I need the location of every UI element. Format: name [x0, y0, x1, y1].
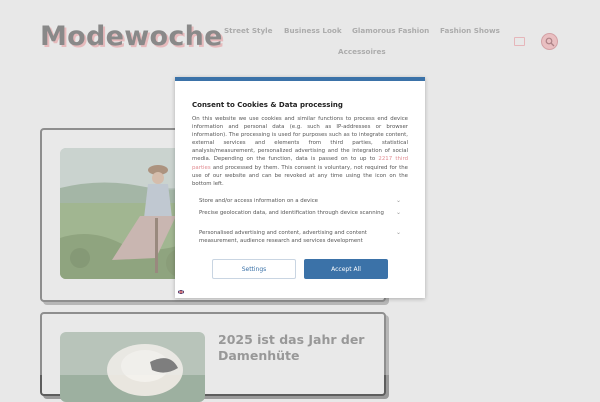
purpose-item[interactable]: Personalised advertising and content, ad… [199, 229, 401, 245]
consent-title: Consent to Cookies & Data processing [192, 101, 343, 109]
chevron-down-icon[interactable]: ⌄ [396, 209, 401, 217]
consent-body-part2: and processed by them. This consent is v… [192, 164, 408, 187]
flag-icon[interactable] [178, 290, 184, 294]
settings-button[interactable]: Settings [212, 259, 296, 279]
consent-body-part1: On this website we use cookies and simil… [192, 116, 408, 163]
consent-description: On this website we use cookies and simil… [192, 115, 408, 188]
purpose-label: Precise geolocation data, and identifica… [199, 210, 384, 216]
chevron-down-icon[interactable]: ⌄ [396, 197, 401, 205]
accept-all-button[interactable]: Accept All [304, 259, 388, 279]
purpose-label: Store and/or access information on a dev… [199, 198, 319, 204]
purpose-label: Personalised advertising and content, ad… [199, 230, 367, 245]
cookie-consent-dialog: Consent to Cookies & Data processing On … [175, 77, 425, 298]
chevron-down-icon[interactable]: ⌄ [396, 229, 401, 237]
purpose-item[interactable]: Store and/or access information on a dev… [199, 197, 401, 205]
purpose-item[interactable]: Precise geolocation data, and identifica… [199, 209, 401, 217]
